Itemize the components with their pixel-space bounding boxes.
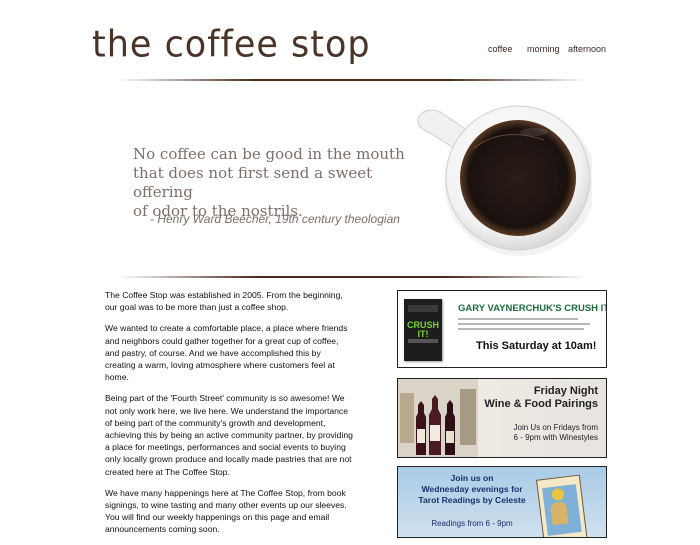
- about-paragraph: Being part of the 'Fourth Street' commun…: [105, 393, 353, 477]
- quote-line: No coffee can be good in the mouth: [133, 145, 405, 163]
- hero-divider: [118, 276, 586, 278]
- crush-it-heading: GARY VAYNERCHUK'S CRUSH IT!: [458, 303, 607, 314]
- hero-quote: No coffee can be good in the mouth that …: [133, 145, 433, 221]
- crush-it-date: This Saturday at 10am!: [476, 340, 597, 352]
- nav-link-coffee[interactable]: coffee: [488, 44, 512, 54]
- book-cover-title: CRUSH IT!: [407, 320, 440, 339]
- coffee-cup-image: [417, 105, 592, 256]
- about-text: The Coffee Stop was established in 2005.…: [105, 289, 353, 545]
- blurb-line: [458, 318, 578, 320]
- site-logo[interactable]: the coffee stop: [92, 24, 371, 66]
- about-paragraph: We have many happenings here at The Coff…: [105, 487, 347, 535]
- wine-pairing-event-ad[interactable]: Friday Night Wine & Food Pairings Join U…: [397, 378, 607, 458]
- crush-it-event-ad[interactable]: CRUSH IT! GARY VAYNERCHUK'S CRUSH IT! Th…: [397, 290, 607, 368]
- about-paragraph: The Coffee Stop was established in 2005.…: [105, 290, 343, 313]
- quote-line: that does not first send a sweet offerin…: [133, 164, 373, 201]
- wine-bottles-image: [398, 379, 478, 457]
- tarot-title: Join us on Wednesday evenings for Tarot …: [418, 473, 526, 505]
- tarot-hours: Readings from 6 - 9pm: [431, 519, 513, 528]
- blurb-line: [458, 323, 590, 325]
- about-paragraph: We wanted to create a comfortable place,…: [105, 323, 348, 383]
- nav-link-morning[interactable]: morning: [527, 44, 560, 54]
- wine-title: Friday Night Wine & Food Pairings: [484, 385, 598, 410]
- nav-link-afternoon[interactable]: afternoon: [568, 44, 606, 54]
- tarot-card-image: [536, 474, 588, 537]
- wine-details: Join Us on Fridays from 6 - 9pm with Win…: [513, 423, 598, 442]
- header-divider: [118, 79, 586, 81]
- tarot-reading-event-ad[interactable]: Join us on Wednesday evenings for Tarot …: [397, 466, 607, 538]
- quote-attribution: - Henry Ward Beecher, 19th century theol…: [150, 212, 400, 226]
- crush-it-book-image: CRUSH IT!: [404, 299, 442, 361]
- blurb-line: [458, 328, 584, 330]
